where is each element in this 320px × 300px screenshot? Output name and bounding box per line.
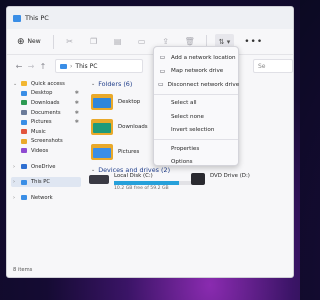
paste-icon[interactable]: ▤ <box>110 34 126 50</box>
menu-item-invert-selection[interactable]: Invert selection <box>154 124 238 138</box>
star-icon <box>21 81 27 87</box>
status-bar: 8 items <box>7 263 293 277</box>
address-path: This PC <box>75 62 98 70</box>
copy-icon[interactable]: ❐ <box>86 34 102 50</box>
disconnect-network-drive-icon: ▭ <box>158 81 164 89</box>
folder-icon <box>21 138 27 144</box>
rename-icon[interactable]: ▭ <box>134 34 150 50</box>
toolbar-separator <box>52 34 54 49</box>
downloads-icon <box>21 100 27 106</box>
chevron-right-icon: › <box>70 62 73 70</box>
cloud-icon <box>21 164 27 170</box>
chevron-right-icon[interactable]: › <box>13 195 15 201</box>
chevron-right-icon[interactable]: › <box>13 164 15 170</box>
sort-icon: ⇅ ▾ <box>218 37 231 46</box>
command-bar: ⊕ New ✂ ❐ ▤ ▭ ⇪ 🗑 ⇅ ▾ ••• <box>7 29 293 55</box>
pin-icon: ✱ <box>74 109 79 116</box>
sidebar-item-videos[interactable]: Videos <box>11 146 85 156</box>
menu-item-properties[interactable]: Properties <box>154 142 238 156</box>
drive-c-label: Local Disk (C:) <box>114 173 153 179</box>
menu-item-select-none[interactable]: Select none <box>154 110 238 124</box>
this-pc-icon <box>21 179 27 185</box>
sidebar-item-onedrive[interactable]: › OneDrive <box>11 162 85 172</box>
search-input[interactable]: Se <box>253 59 293 73</box>
chevron-right-icon[interactable]: › <box>13 179 15 185</box>
pin-icon: ✱ <box>74 119 79 126</box>
add-network-location-icon: ▭ <box>159 54 166 62</box>
window-title: This PC <box>25 14 49 22</box>
drive-c[interactable]: Local Disk (C:) 10.2 GB free of 59.2 GB <box>89 173 192 191</box>
sidebar-item-screenshots[interactable]: Screenshots <box>11 137 85 147</box>
pictures-folder-icon <box>91 143 113 160</box>
sidebar-item-pictures[interactable]: Pictures ✱ <box>11 117 85 127</box>
desktop-folder-icon <box>91 93 113 110</box>
menu-item-add-network-location[interactable]: ▭ Add a network location <box>154 51 238 65</box>
map-network-drive-icon: ▭ <box>159 67 166 75</box>
scissors-icon[interactable]: ✂ <box>62 34 78 50</box>
downloads-folder-icon <box>91 118 113 135</box>
hard-drive-icon <box>89 175 109 184</box>
menu-item-options[interactable]: Options <box>154 156 238 170</box>
music-icon <box>21 129 27 135</box>
chevron-down-icon: ⌄ <box>91 81 96 87</box>
drive-d[interactable]: DVD Drive (D:) <box>191 173 250 185</box>
sidebar-item-this-pc[interactable]: › This PC <box>11 177 81 187</box>
search-placeholder: Se <box>258 62 266 70</box>
menu-separator <box>154 93 238 95</box>
menu-item-map-network-drive[interactable]: ▭ Map network drive <box>154 65 238 79</box>
this-pc-icon <box>13 14 21 22</box>
menu-item-select-all[interactable]: Select all <box>154 97 238 111</box>
dvd-drive-icon <box>191 173 205 185</box>
plus-icon: ⊕ <box>17 36 25 47</box>
new-button[interactable]: ⊕ New <box>13 34 45 50</box>
sidebar-item-quick-access[interactable]: ⌄ Quick access <box>11 79 85 89</box>
new-label: New <box>27 38 41 45</box>
title-bar: This PC <box>7 7 293 29</box>
up-button[interactable]: ↑ <box>37 62 49 71</box>
forward-button[interactable]: → <box>25 62 37 71</box>
sidebar-item-downloads[interactable]: Downloads ✱ <box>11 98 85 108</box>
menu-item-disconnect-network-drive[interactable]: ▭ Disconnect network drive <box>154 78 239 92</box>
address-bar: ← → ↑ › This PC Se <box>7 55 293 77</box>
drive-d-label: DVD Drive (D:) <box>210 173 250 179</box>
menu-separator <box>154 139 238 140</box>
more-options-button[interactable]: ••• <box>244 37 263 47</box>
sidebar-item-network[interactable]: › Network <box>11 193 85 203</box>
see-more-menu: ▭ Add a network location ▭ Map network d… <box>153 46 239 166</box>
back-button[interactable]: ← <box>13 62 25 71</box>
videos-icon <box>21 148 27 154</box>
chevron-down-icon[interactable]: ⌄ <box>13 81 17 87</box>
drive-c-usage-bar <box>114 181 192 185</box>
sidebar-item-desktop[interactable]: Desktop ✱ <box>11 89 85 99</box>
documents-icon <box>21 110 27 116</box>
address-field[interactable]: › This PC <box>55 59 143 73</box>
item-count: 8 items <box>13 267 33 273</box>
pin-icon: ✱ <box>74 90 79 97</box>
drive-c-free-space: 10.2 GB free of 59.2 GB <box>114 186 169 191</box>
pin-icon: ✱ <box>74 99 79 106</box>
navigation-pane: ⌄ Quick access Desktop ✱ Downloads ✱ Doc… <box>7 79 85 263</box>
network-icon <box>21 195 27 201</box>
file-explorer-window: This PC ⊕ New ✂ ❐ ▤ ▭ ⇪ 🗑 ⇅ ▾ ••• ← → ↑ … <box>6 6 294 278</box>
pictures-icon <box>21 119 27 125</box>
this-pc-icon <box>60 63 67 69</box>
desktop-icon <box>21 90 27 96</box>
sidebar-item-documents[interactable]: Documents ✱ <box>11 108 85 118</box>
sidebar-item-music[interactable]: Music <box>11 127 85 137</box>
